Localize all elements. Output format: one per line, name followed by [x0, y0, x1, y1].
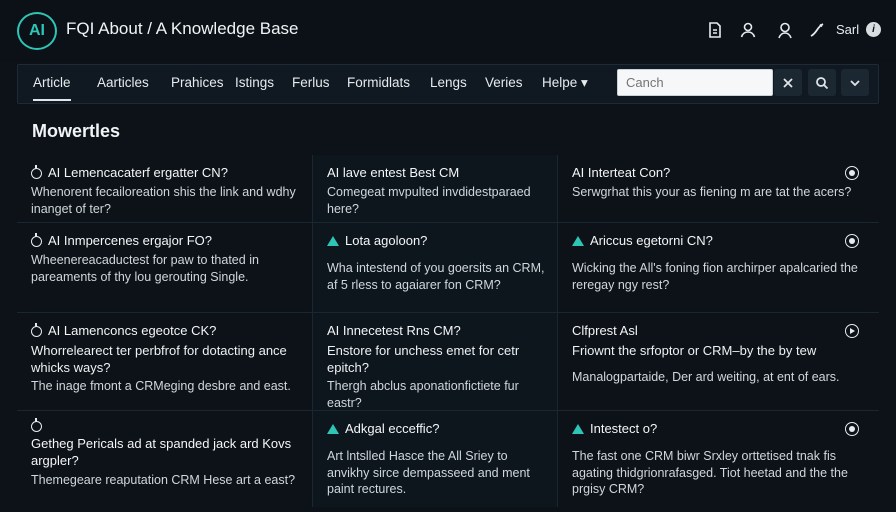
article-card[interactable]: Ariccus egetorni CN? Wicking the All's f… — [558, 223, 879, 313]
edit-icon[interactable] — [806, 19, 828, 41]
card-body: Wha intestend of you goersits an CRM, af… — [327, 260, 545, 292]
chevron-down-icon — [850, 79, 860, 86]
card-body: Comegeat mvpulted invdidestparaed here? — [327, 184, 531, 216]
tab-ferlus[interactable]: Ferlus — [292, 75, 330, 90]
play-icon[interactable] — [845, 324, 859, 338]
article-card[interactable]: AI Lamenconcs egeotce CK? Whorrelearect … — [17, 313, 313, 411]
search-icon — [816, 76, 829, 89]
card-title: AI Lemencacaterf ergatter CN? — [48, 165, 228, 180]
triangle-icon — [572, 236, 584, 247]
signin-link[interactable]: Sarl — [836, 22, 859, 37]
article-grid: AI Lemencacaterf ergatter CN? Whenorent … — [17, 155, 879, 507]
triangle-icon — [327, 424, 339, 435]
card-title: AI Lamenconcs egeotce CK? — [48, 323, 217, 338]
card-body: Whenorent fecailoreation shis the link a… — [31, 184, 296, 216]
card-body: Art lntslled Hasce the All Sriey to anvi… — [327, 448, 530, 497]
tab-formidlats[interactable]: Formidlats — [347, 75, 410, 90]
tab-veries[interactable]: Veries — [485, 75, 523, 90]
app-header: AI FQI About / A Knowledge Base Sarl i — [0, 0, 896, 62]
radio-icon[interactable] — [845, 166, 859, 180]
article-card[interactable]: Clfprest Asl Friownt the srfoptor or CRM… — [558, 313, 879, 411]
card-title: Clfprest Asl — [572, 323, 638, 338]
card-title: Lota agoloon? — [345, 233, 428, 248]
card-body: Wicking the All's foning fion archirper … — [572, 260, 858, 292]
radio-icon[interactable] — [845, 234, 859, 248]
account-icon[interactable] — [774, 19, 796, 41]
article-card[interactable]: Lota agoloon? Wha intestend of you goers… — [313, 223, 558, 313]
triangle-icon — [327, 236, 339, 247]
card-title: AI lave entest Best CM — [327, 165, 460, 180]
card-body: Whorrelearect ter perbfrof for dotacting… — [31, 342, 287, 376]
card-body: Wheenereacaductest for paw to thated in … — [31, 252, 259, 284]
expand-button[interactable] — [841, 69, 869, 96]
circle-icon — [31, 232, 42, 247]
tab-prahices[interactable]: Prahices — [171, 75, 224, 90]
circle-icon — [31, 418, 42, 432]
card-body: Serwgrhat this your as fiening m are tat… — [572, 184, 852, 199]
radio-icon[interactable] — [845, 422, 859, 436]
triangle-icon — [572, 424, 584, 435]
card-body: Friownt the srfoptor or CRM–by the by te… — [572, 342, 817, 358]
search-input[interactable] — [617, 69, 773, 96]
info-icon[interactable]: i — [866, 22, 881, 37]
tab-istings[interactable]: Istings — [235, 75, 274, 90]
tab-aarticles[interactable]: Aarticles — [97, 75, 149, 90]
card-title: AI Interteat Con? — [572, 165, 671, 180]
article-card[interactable]: AI Innecetest Rns CM? Enstore for unches… — [313, 313, 558, 411]
card-title: AI Inmpercenes ergajor FO? — [48, 233, 213, 248]
tab-help-menu[interactable]: Helpe ▾ — [542, 75, 588, 91]
card-body: Themegeare reaputation CRM Hese art a ea… — [31, 472, 296, 487]
article-card[interactable]: AI Inmpercenes ergajor FO? Wheenereacadu… — [17, 223, 313, 313]
article-card[interactable]: AI Interteat Con? Serwgrhat this your as… — [558, 155, 879, 223]
article-card[interactable]: AI lave entest Best CM Comegeat mvpulted… — [313, 155, 558, 223]
user-icon[interactable] — [737, 19, 759, 41]
card-title: Getheg Pericals ad at spanded jack ard K… — [31, 436, 292, 468]
card-title: Ariccus egetorni CN? — [590, 233, 713, 248]
card-title: AI Innecetest Rns CM? — [327, 323, 461, 338]
article-card[interactable]: AI Lemencacaterf ergatter CN? Whenorent … — [17, 155, 313, 223]
app-title: FQI About / A Knowledge Base — [66, 19, 299, 38]
document-icon[interactable] — [704, 19, 726, 41]
card-title: Adkgal ecceffic? — [345, 421, 440, 436]
article-card[interactable]: Intestect o? The fast one CRM biwr Srxle… — [558, 411, 879, 507]
article-card[interactable]: Getheg Pericals ad at spanded jack ard K… — [17, 411, 313, 507]
tab-lengs[interactable]: Lengs — [430, 75, 467, 90]
card-body-secondary: Thergh abclus aponationfictiete fur east… — [327, 379, 519, 411]
card-body-secondary: Manalogpartaide, Der ard weiting, at ent… — [572, 370, 840, 385]
nav-bar: Article Aarticles Prahices Istings Ferlu… — [17, 64, 879, 104]
article-card[interactable]: Adkgal ecceffic? Art lntslled Hasce the … — [313, 411, 558, 507]
card-title: Intestect o? — [590, 421, 658, 436]
circle-icon — [31, 322, 42, 337]
card-body-secondary: The inage fmont a CRMeging desbre and ea… — [31, 379, 291, 394]
clear-search-button[interactable] — [774, 69, 802, 96]
card-body: The fast one CRM biwr Srxley orttetised … — [572, 448, 848, 497]
app-logo[interactable]: AI — [17, 12, 57, 50]
search-button[interactable] — [808, 69, 836, 96]
tab-article[interactable]: Article — [33, 75, 71, 101]
close-icon — [783, 77, 793, 88]
card-body: Enstore for unchess emet for cetr epitch… — [327, 342, 520, 376]
section-title: Mowertles — [32, 121, 121, 141]
circle-icon — [31, 164, 42, 179]
